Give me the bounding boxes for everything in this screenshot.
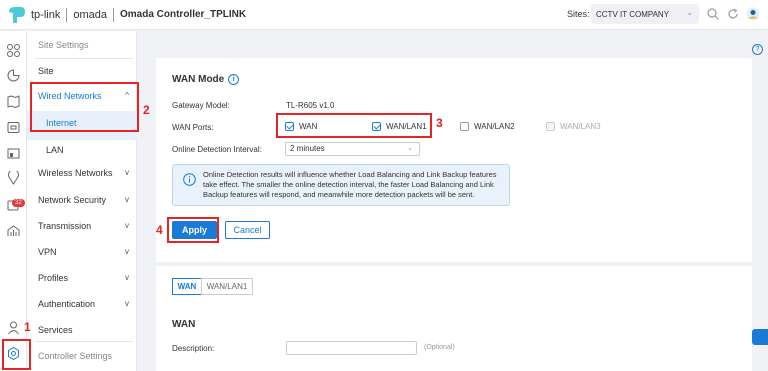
title-divider — [112, 7, 114, 22]
interval-value: 2 minutes — [290, 144, 325, 153]
menu-item-vpn[interactable]: VPN v — [38, 247, 133, 257]
chevron-down-icon: ⌄ — [407, 145, 413, 152]
menu-item-controller-settings[interactable]: Controller Settings — [38, 351, 133, 361]
tplink-text: tp-link — [31, 8, 61, 21]
menu-item-label: Wireless Networks — [38, 168, 113, 178]
gateway-value: TL-R605 v1.0 — [286, 101, 335, 110]
wan-section-title: WAN — [172, 319, 196, 330]
info-circle-icon — [183, 173, 196, 186]
alerts-badge: 32 — [12, 199, 25, 207]
gateway-label: Gateway Model: — [172, 101, 230, 110]
wan-mode-title: WAN Mode i — [172, 74, 240, 86]
menu-item-authentication[interactable]: Authentication v — [38, 299, 133, 309]
tools-icon[interactable] — [6, 223, 21, 238]
menu-item-label: VPN — [38, 247, 57, 257]
annotation-number: 4 — [156, 223, 163, 237]
devices-icon[interactable] — [6, 120, 21, 135]
sites-label: Sites: — [567, 9, 590, 19]
optional-hint: (Optional) — [424, 344, 455, 351]
controller-title: Omada Controller_TPLINK — [119, 9, 247, 20]
chevron-down-icon: v — [125, 299, 129, 308]
clients-icon[interactable] — [6, 146, 21, 161]
note-line: take effect. The smaller the online dete… — [203, 180, 494, 189]
menu-item-wireless-networks[interactable]: Wireless Networks v — [38, 168, 133, 178]
checkbox-disabled-icon — [546, 122, 555, 131]
app-root: tp-link omada Omada Controller_TPLINK Si… — [0, 0, 768, 371]
interval-label: Online Detection Interval: — [172, 145, 262, 154]
menu-item-label: Transmission — [38, 221, 92, 231]
annotation-box-settings — [2, 339, 31, 370]
tab-wan[interactable]: WAN — [172, 278, 202, 295]
site-select-value: CCTV IT COMPANY — [596, 9, 670, 19]
port-label: WAN/LAN2 — [474, 122, 515, 131]
description-label: Description: — [172, 344, 215, 353]
chevron-down-icon: v — [125, 247, 129, 256]
cancel-button[interactable]: Cancel — [225, 221, 270, 239]
insight-icon[interactable] — [6, 171, 21, 186]
wan-mode-title-text: WAN Mode — [172, 74, 225, 86]
account-icon[interactable] — [6, 320, 21, 335]
logo-divider — [66, 7, 68, 22]
menu-item-services[interactable]: Services — [38, 325, 133, 335]
detection-note: Online Detection results will influence … — [172, 164, 510, 206]
chevron-down-icon: v — [125, 168, 129, 177]
help-icon[interactable]: ? — [752, 44, 763, 55]
annotation-box-wan-ports — [276, 113, 432, 138]
menu-divider-bottom — [35, 341, 133, 342]
logo: tp-link omada Omada Controller_TPLINK — [5, 5, 246, 25]
menu-item-transmission[interactable]: Transmission v — [38, 221, 133, 231]
annotation-number: 2 — [143, 103, 150, 117]
icon-rail: 32 — [0, 31, 27, 371]
port-wan-lan3-checkbox: WAN/LAN3 — [546, 122, 601, 131]
chevron-down-icon: v — [125, 195, 129, 204]
statistics-icon[interactable] — [6, 68, 21, 83]
info-icon[interactable]: i — [228, 74, 240, 85]
omada-text: omada — [73, 8, 107, 21]
ports-label: WAN Ports: — [172, 123, 214, 132]
annotation-box-wired-networks — [30, 82, 139, 132]
map-icon[interactable] — [6, 94, 21, 109]
chevron-down-icon: v — [125, 273, 129, 282]
annotation-number: 3 — [436, 116, 443, 130]
port-wan-lan2-checkbox[interactable]: WAN/LAN2 — [460, 122, 515, 131]
note-line: Backup features will respond, and meanwh… — [203, 190, 475, 199]
dashboard-icon[interactable] — [6, 43, 21, 58]
menu-item-profiles[interactable]: Profiles v — [38, 273, 133, 283]
menu-item-label: Profiles — [38, 273, 69, 283]
menu-item-site[interactable]: Site — [38, 66, 133, 76]
menu-item-network-security[interactable]: Network Security v — [38, 195, 133, 205]
user-avatar-icon[interactable] — [746, 7, 760, 21]
search-icon[interactable] — [706, 7, 720, 21]
interval-select[interactable]: 2 minutes ⌄ — [285, 142, 420, 156]
wan-mode-card: WAN Mode i Gateway Model: TL-R605 v1.0 WA… — [156, 58, 752, 262]
menu-header: Site Settings — [38, 40, 89, 50]
menu-item-lan[interactable]: LAN — [46, 145, 141, 155]
site-select[interactable]: CCTV IT COMPANY ⌄ — [591, 4, 699, 24]
chevron-down-icon: ⌄ — [686, 8, 693, 17]
port-label: WAN/LAN3 — [560, 122, 601, 131]
chevron-down-icon: v — [125, 221, 129, 230]
menu-divider — [35, 58, 133, 59]
top-bar: tp-link omada Omada Controller_TPLINK Si… — [0, 0, 768, 30]
menu-item-label: Network Security — [38, 195, 107, 205]
tplink-logo-icon — [9, 6, 25, 23]
tab-wan-lan1[interactable]: WAN/LAN1 — [201, 278, 253, 295]
note-line: Online Detection results will influence … — [203, 170, 497, 179]
note-text: Online Detection results will influence … — [203, 170, 508, 200]
annotation-box-apply — [167, 217, 219, 243]
description-input[interactable] — [286, 341, 417, 355]
menu-item-label: Authentication — [38, 299, 96, 309]
chat-icon[interactable] — [752, 329, 768, 345]
refresh-icon[interactable] — [726, 7, 740, 21]
checkbox-empty-icon — [460, 122, 469, 131]
annotation-number: 1 — [24, 320, 31, 334]
